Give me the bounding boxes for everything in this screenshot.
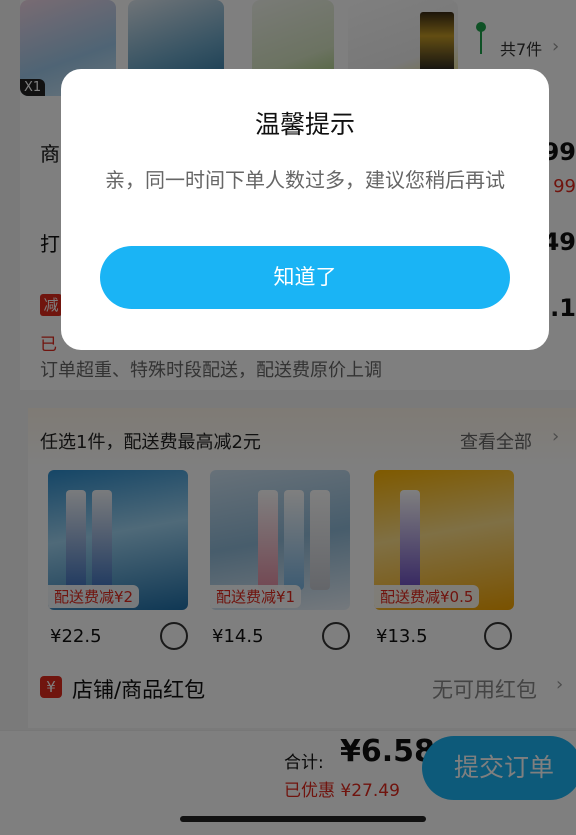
dialog-message: 亲，同一时间下单人数过多，建议您稍后再试 [105, 168, 505, 192]
alert-dialog: 温馨提示 亲，同一时间下单人数过多，建议您稍后再试 知道了 [61, 69, 549, 350]
got-it-button[interactable]: 知道了 [100, 246, 510, 309]
dialog-title: 温馨提示 [254, 110, 355, 139]
